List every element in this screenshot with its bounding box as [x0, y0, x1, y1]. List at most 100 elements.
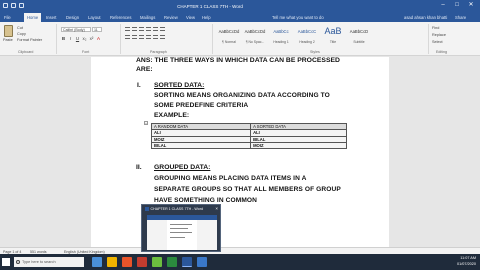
search-icon [16, 259, 20, 264]
word-icon [145, 207, 149, 212]
thumbnail-line [170, 224, 192, 225]
user-name[interactable]: asad ahsan khan bhatti [404, 15, 447, 20]
style-title[interactable]: AaB Title [320, 24, 346, 48]
sorted-data-body-line: SORTING MEANS ORGANIZING DATA ACCORDING … [154, 92, 330, 99]
font-group-label: Font [82, 50, 90, 54]
tab-references[interactable]: References [110, 15, 131, 20]
taskbar-window-preview[interactable]: CHAPTER 1 CLASS 7TH - Word × [141, 204, 221, 252]
tab-help[interactable]: Help [202, 15, 211, 20]
style-heading-1[interactable]: AaBbCc Heading 1 [268, 24, 294, 48]
firefox-icon[interactable] [122, 257, 132, 267]
subscript-button[interactable]: x₂ [82, 36, 87, 41]
app-icon[interactable] [152, 257, 162, 267]
document-page[interactable]: ANS: THE THREE WAYS IN WHICH DATA CAN BE… [91, 57, 389, 247]
word-taskbar-icon[interactable] [182, 257, 192, 267]
decrease-indent-icon[interactable] [146, 27, 151, 31]
document-canvas[interactable]: ANS: THE THREE WAYS IN WHICH DATA CAN BE… [0, 57, 480, 247]
app-icon[interactable] [197, 257, 207, 267]
bullets-icon[interactable] [125, 27, 130, 31]
preview-thumbnail[interactable] [147, 215, 217, 250]
windows-start-icon[interactable] [2, 258, 10, 266]
style-normal[interactable]: AaBbCcDd ¶ Normal [216, 24, 242, 48]
maximize-button[interactable]: □ [450, 1, 464, 10]
status-bar: Page 1 of 4 551 words English (United Ki… [0, 247, 480, 254]
bold-button[interactable]: B [61, 36, 66, 41]
borders-icon[interactable] [160, 35, 165, 39]
find-button[interactable]: Find [432, 26, 439, 30]
grouped-data-title: GROUPED DATA: [154, 164, 211, 171]
close-button[interactable]: ✕ [464, 1, 478, 10]
tab-design[interactable]: Design [66, 15, 79, 20]
excel-icon[interactable] [167, 257, 177, 267]
style-name: Heading 2 [299, 40, 315, 44]
minimize-button[interactable]: – [436, 1, 450, 10]
paragraph-buttons [125, 27, 167, 39]
thumbnail-line [170, 228, 188, 229]
tab-view[interactable]: View [186, 15, 195, 20]
align-left-icon[interactable] [125, 35, 130, 39]
superscript-button[interactable]: x² [89, 36, 94, 41]
table-row: BILAL MOIZ [150, 141, 347, 150]
paste-button[interactable]: Paste [3, 38, 13, 42]
font-size-select[interactable]: 11 [92, 27, 102, 32]
paste-icon[interactable] [4, 25, 13, 37]
preview-close-icon[interactable]: × [215, 206, 218, 211]
italic-button[interactable]: I [68, 36, 73, 41]
style-no-spacing[interactable]: AaBbCcDd ¶ No Spac... [242, 24, 268, 48]
share-button[interactable]: Share [455, 15, 466, 20]
format-painter-button[interactable]: Format Painter [17, 38, 42, 42]
tab-home[interactable]: Home [24, 13, 42, 22]
underline-button[interactable]: U [75, 36, 80, 41]
sorted-data-title: SORTED DATA: [154, 82, 205, 89]
chrome-icon[interactable] [137, 257, 147, 267]
answer-heading-continued: ARE: [136, 66, 153, 73]
clock-time: 11:07 AM [460, 256, 476, 260]
style-subtitle[interactable]: AaBbCcD Subtitle [346, 24, 372, 48]
word-count[interactable]: 551 words [30, 250, 47, 254]
group-divider [120, 24, 121, 54]
justify-icon[interactable] [146, 35, 151, 39]
sort-icon[interactable] [160, 27, 165, 31]
file-explorer-icon[interactable] [107, 257, 117, 267]
styles-gallery: AaBbCcDd ¶ Normal AaBbCcDd ¶ No Spac... … [216, 24, 372, 48]
preview-title-row: CHAPTER 1 CLASS 7TH - Word [145, 207, 203, 212]
style-heading-2[interactable]: AaBbCcC Heading 2 [294, 24, 320, 48]
increase-indent-icon[interactable] [153, 27, 158, 31]
numbering-icon[interactable] [132, 27, 137, 31]
style-name: ¶ Normal [222, 40, 236, 44]
replace-button[interactable]: Replace [432, 33, 446, 37]
example-table[interactable]: A RANDOM DATA A SORTED DATA ALI ALI MOIZ… [150, 122, 347, 150]
preview-title: CHAPTER 1 CLASS 7TH - Word [150, 207, 203, 211]
group-divider [428, 24, 429, 54]
tab-mailings[interactable]: Mailings [140, 15, 155, 20]
tab-layout[interactable]: Layout [88, 15, 101, 20]
align-center-icon[interactable] [132, 35, 137, 39]
table-cell[interactable]: MOIZ [250, 141, 347, 150]
example-label: EXAMPLE: [154, 112, 190, 119]
line-spacing-icon[interactable] [153, 35, 158, 39]
cut-button[interactable]: Cut [17, 26, 23, 30]
tab-insert[interactable]: Insert [46, 15, 56, 20]
language-indicator[interactable]: English (United Kingdom) [64, 250, 105, 254]
copy-button[interactable]: Copy [17, 32, 26, 36]
thumbnail-line [170, 237, 185, 238]
font-color-button[interactable]: A [96, 36, 101, 41]
tab-file[interactable]: File [4, 15, 11, 20]
tab-review[interactable]: Review [164, 15, 178, 20]
font-name-select[interactable]: Calibri (Body) [61, 27, 91, 32]
paragraph-group-label: Paragraph [150, 50, 167, 54]
ribbon-tabs: File Home Insert Design Layout Reference… [0, 12, 480, 22]
taskbar-search[interactable]: Type here to search [14, 257, 84, 267]
styles-group-label: Styles [310, 50, 320, 54]
table-move-handle-icon[interactable]: + [144, 121, 148, 125]
tell-me-search[interactable]: Tell me what you want to do [272, 15, 324, 20]
align-right-icon[interactable] [139, 35, 144, 39]
style-sample: AaB [324, 26, 342, 36]
system-tray-clock[interactable]: 11:07 AM 01/07/2020 [457, 256, 476, 267]
select-button[interactable]: Select [432, 40, 443, 44]
table-cell[interactable]: BILAL [150, 141, 252, 150]
task-view-icon[interactable] [92, 257, 102, 267]
style-name: Subtitle [353, 40, 365, 44]
page-count[interactable]: Page 1 of 4 [3, 250, 21, 254]
multilevel-list-icon[interactable] [139, 27, 144, 31]
